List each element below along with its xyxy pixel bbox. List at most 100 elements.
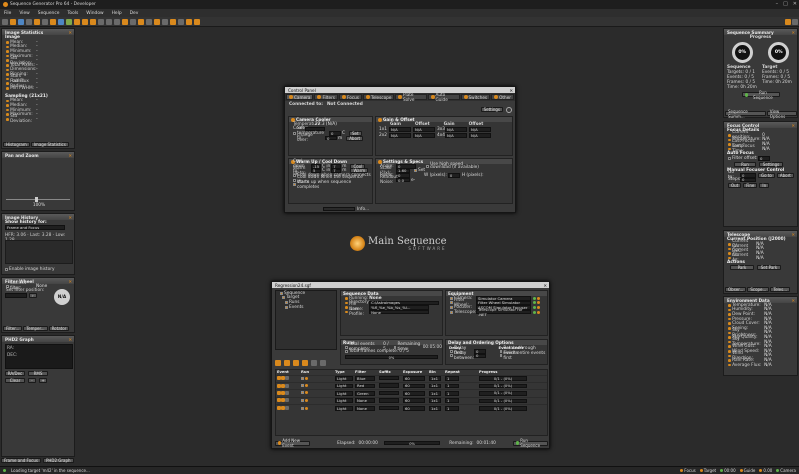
stop-icon[interactable] [82, 18, 88, 25]
menu-dev[interactable]: Dev [130, 11, 139, 16]
light-icon[interactable] [194, 18, 200, 25]
mosaic-icon[interactable] [170, 18, 176, 25]
add-target-icon[interactable] [275, 360, 281, 366]
save-icon[interactable] [18, 18, 24, 25]
info-link[interactable]: Info... [357, 207, 369, 212]
offset-input[interactable]: N/A [413, 133, 435, 138]
menu-sequence[interactable]: Sequence [38, 11, 60, 16]
maximize-icon[interactable]: □ [783, 1, 788, 7]
tools-icon[interactable] [186, 18, 192, 25]
table-row[interactable]: Light Blue 60 1x1 1 0/1 - (0%) [276, 374, 547, 383]
tab-camera[interactable]: Camera [286, 94, 314, 100]
move-up-icon[interactable] [284, 360, 290, 366]
frame-icon[interactable] [42, 18, 48, 25]
panel-close-icon[interactable]: ✕ [791, 30, 795, 35]
width-px-input[interactable]: 0 [447, 173, 460, 178]
tab-auto-guide[interactable]: Auto Guide [427, 92, 460, 102]
crosshair-icon[interactable] [130, 18, 136, 25]
panel-close-icon[interactable]: ✕ [68, 337, 72, 342]
focus-in-button[interactable]: In [759, 183, 770, 189]
menu-view[interactable]: View [19, 11, 29, 16]
steps-input[interactable]: 0 [740, 177, 756, 182]
telescope-select[interactable]: Telescope Simulator for .NET [476, 307, 531, 317]
fit-icon[interactable] [114, 18, 120, 25]
gain-input[interactable]: N/A [445, 127, 467, 132]
tab-temperature[interactable]: Temper... [23, 326, 48, 331]
open-icon[interactable] [10, 18, 16, 25]
rotator-icon[interactable] [178, 18, 184, 25]
tab-other[interactable]: Other [491, 94, 514, 100]
gain-input[interactable]: N/A [389, 127, 411, 132]
change-over-input[interactable]: 0 [325, 136, 337, 141]
focus-out-button[interactable]: Out [728, 183, 742, 189]
offset-input[interactable]: N/A [469, 127, 491, 132]
panel-close-icon[interactable]: ✕ [791, 298, 795, 303]
tab-scope[interactable]: Scope... [747, 287, 770, 292]
table-row[interactable]: Light None 60 1x1 1 0/1 - (0%) [276, 396, 547, 405]
camera-settings-button[interactable]: Settings [480, 107, 503, 112]
tab-rotator[interactable]: Rotator [48, 326, 70, 331]
tab-telescope[interactable]: Telescope [362, 94, 395, 100]
tab-frame-and-focus[interactable]: Frame and Focus [1, 458, 41, 463]
camera-icon[interactable] [34, 18, 40, 25]
tab-plate-solve[interactable]: Plate Solve [395, 92, 427, 102]
tab-view-options[interactable]: View Options [766, 109, 797, 119]
menu-tools[interactable]: Tools [67, 11, 78, 16]
zoom-out-icon[interactable] [106, 18, 112, 25]
table-row[interactable]: Light Red 60 1x1 1 0/1 - (0%) [276, 381, 547, 390]
offset-input[interactable]: N/A [413, 127, 435, 132]
connect-icon[interactable] [506, 107, 512, 113]
panel-close-icon[interactable]: ✕ [68, 215, 72, 220]
abort-cool-button[interactable]: Abort [346, 135, 364, 141]
run-autofocus-button[interactable]: Run [734, 161, 756, 167]
close-icon[interactable]: ✕ [793, 1, 797, 7]
panel-close-icon[interactable]: ✕ [791, 232, 795, 237]
filter-go-button[interactable]: › [29, 293, 37, 299]
tab-histogram[interactable]: Histogram [3, 142, 30, 147]
tab-telescope[interactable]: Teles... [770, 287, 791, 292]
finish-events-option[interactable]: Finish entire events first [503, 351, 547, 361]
focus-fine-button[interactable]: Fine [743, 183, 758, 189]
run-sequence-summary-button[interactable]: Run Sequence [741, 90, 780, 100]
play-icon[interactable] [66, 18, 72, 25]
zoom-in-icon[interactable] [98, 18, 104, 25]
tab-sequence-summary[interactable]: Sequence Summ... [725, 109, 766, 119]
zoom-slider-thumb[interactable] [35, 197, 38, 202]
ra-dec-button[interactable]: RA/Dec [5, 371, 25, 376]
new-icon[interactable] [2, 18, 8, 25]
goto-button[interactable]: Go to [758, 172, 775, 178]
copy-target-icon[interactable] [311, 360, 317, 366]
save-as-icon[interactable] [26, 18, 32, 25]
star-icon[interactable] [122, 18, 128, 25]
autofocus-settings-button[interactable]: Settings [759, 161, 783, 167]
pause-icon[interactable] [74, 18, 80, 25]
rms-button[interactable]: RMS [28, 371, 48, 376]
set-park-button[interactable]: Set Park [757, 265, 781, 271]
table-row[interactable]: Light None 60 1x1 1 0/1 - (0%) [276, 404, 547, 412]
history-select[interactable]: Frame and Focus [5, 225, 65, 230]
table-row[interactable]: Light Green 60 1x1 1 0/1 - (0%) [276, 389, 547, 398]
zoom-out-button[interactable]: - [28, 378, 36, 383]
collapse-right-icon[interactable] [792, 19, 798, 25]
menu-file[interactable]: File [4, 11, 11, 16]
dialog-close-icon[interactable]: ✕ [509, 88, 513, 93]
high-speed-download-option[interactable]: Use high speed download (if available) [430, 162, 480, 170]
gain-input[interactable]: N/A [445, 133, 467, 138]
delay-between-input[interactable]: 0 [474, 353, 486, 358]
tab-observatory[interactable]: Obser... [725, 287, 747, 292]
dialog-close-icon[interactable]: ✕ [543, 283, 547, 288]
warm-on-complete-option[interactable]: Warm up when sequence completes [297, 180, 372, 190]
focus-icon[interactable] [50, 18, 56, 25]
panel-close-icon[interactable]: ✕ [791, 123, 795, 128]
panel-close-icon[interactable]: ✕ [68, 153, 72, 158]
filter-position-select[interactable] [5, 293, 27, 298]
tab-phd2-graph[interactable]: PHD2 Graph [42, 458, 74, 463]
abort-focus-button[interactable]: Abort [776, 172, 794, 178]
target-settings-icon[interactable] [320, 360, 326, 366]
zoom-slider-track[interactable] [6, 199, 70, 200]
clear-button[interactable]: Clear [5, 378, 25, 383]
delete-target-icon[interactable] [302, 360, 308, 366]
panel-close-icon[interactable]: ✕ [68, 30, 72, 35]
tab-filter[interactable]: Filter... [3, 326, 23, 331]
menu-help[interactable]: Help [112, 11, 122, 16]
